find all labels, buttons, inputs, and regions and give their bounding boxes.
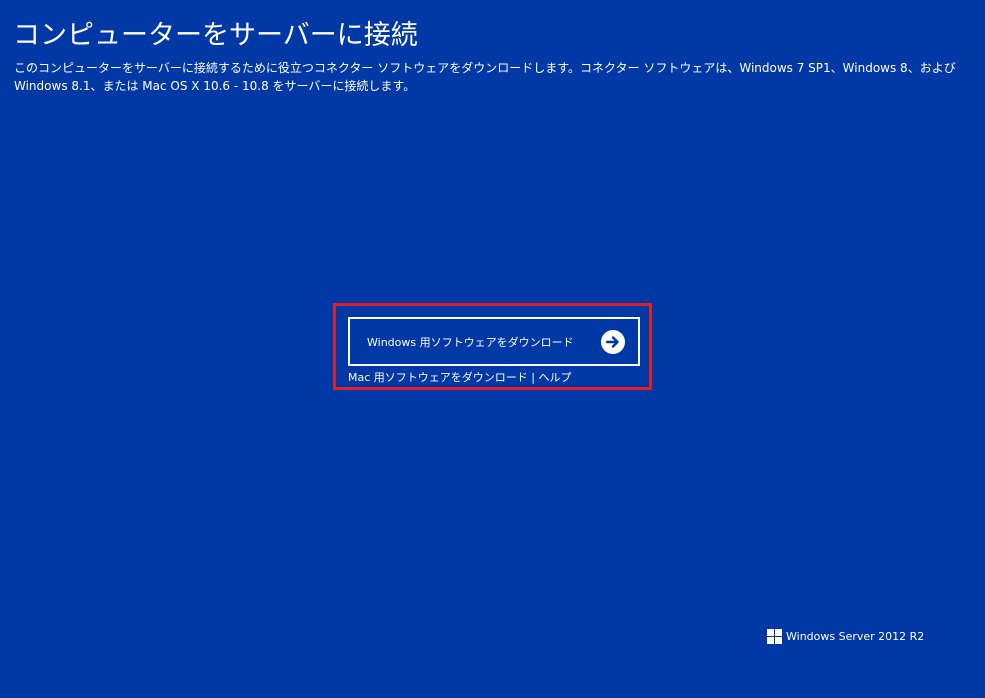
- help-link[interactable]: ヘルプ: [538, 371, 571, 384]
- intro-line-2: Windows 8.1、または Mac OS X 10.6 - 10.8 をサー…: [14, 79, 416, 93]
- product-name: Windows Server 2012 R2: [786, 630, 925, 643]
- windows-logo-icon: [767, 629, 782, 644]
- intro-text: このコンピューターをサーバーに接続するために役立つコネクター ソフトウェアをダウ…: [14, 59, 974, 95]
- intro-line-1: このコンピューターをサーバーに接続するために役立つコネクター ソフトウェアをダウ…: [14, 61, 956, 75]
- download-windows-label: Windows 用ソフトウェアをダウンロード: [367, 335, 574, 349]
- branding: Windows Server 2012 R2: [767, 629, 924, 644]
- download-windows-button[interactable]: Windows 用ソフトウェアをダウンロード: [348, 317, 640, 366]
- arrow-right-circle-icon: [601, 329, 625, 354]
- page-title: コンピューターをサーバーに接続: [13, 20, 418, 51]
- download-mac-link[interactable]: Mac 用ソフトウェアをダウンロード: [348, 371, 528, 384]
- secondary-links: Mac 用ソフトウェアをダウンロード | ヘルプ: [348, 371, 571, 385]
- link-separator: |: [527, 371, 539, 384]
